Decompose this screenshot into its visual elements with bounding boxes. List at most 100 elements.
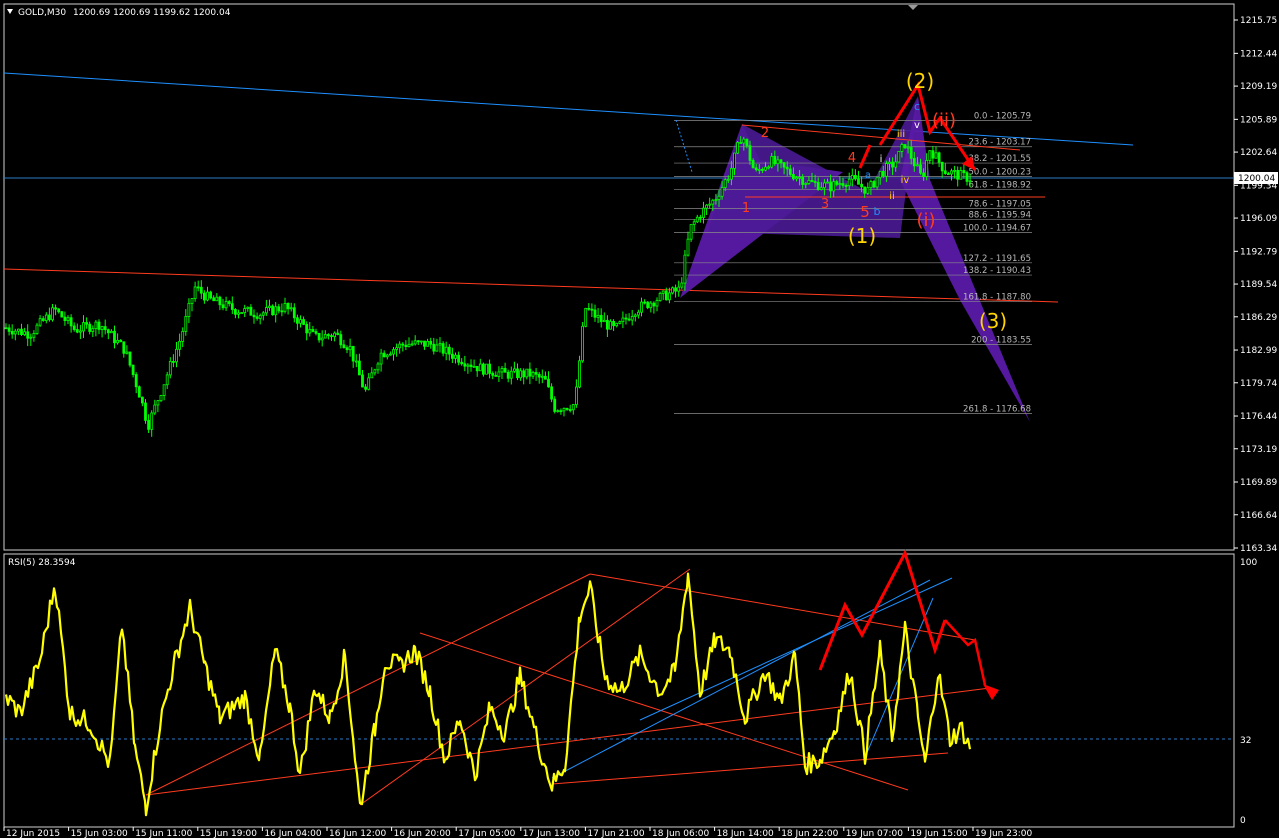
candle-body bbox=[199, 286, 203, 294]
candle-body bbox=[885, 163, 888, 177]
rsi-title: RSI(5) 28.3594 bbox=[8, 558, 76, 568]
candle-body bbox=[7, 327, 11, 332]
candle-body bbox=[299, 319, 302, 324]
candle-body bbox=[534, 372, 538, 375]
candle-body bbox=[240, 312, 244, 314]
candle-body bbox=[221, 304, 225, 309]
candle-body bbox=[295, 317, 299, 324]
candle-body bbox=[432, 343, 436, 352]
candle-body bbox=[26, 331, 30, 339]
candle-body bbox=[897, 151, 901, 163]
candle-body bbox=[903, 144, 907, 149]
candle-body bbox=[79, 330, 82, 333]
candle-body bbox=[441, 343, 445, 354]
candle-body bbox=[509, 370, 513, 379]
candle-body bbox=[481, 363, 485, 375]
candle-body bbox=[525, 368, 529, 378]
wave-num-3: 3 bbox=[821, 197, 829, 212]
candle-body bbox=[286, 303, 290, 310]
candle-body bbox=[429, 341, 433, 345]
candle-body bbox=[578, 360, 581, 388]
symbol-menu-icon[interactable] bbox=[7, 9, 13, 14]
candle-body bbox=[165, 374, 169, 386]
candle-body bbox=[506, 371, 510, 379]
candle-body bbox=[826, 181, 829, 184]
candle-body bbox=[516, 368, 519, 379]
chart-shift-marker-icon[interactable] bbox=[908, 5, 918, 10]
candle-body bbox=[804, 182, 808, 185]
candle-body bbox=[379, 352, 383, 365]
candle-body bbox=[571, 404, 575, 411]
candle-body bbox=[767, 166, 770, 169]
candle-body bbox=[726, 178, 730, 181]
candle-body bbox=[748, 145, 752, 161]
candle-body bbox=[881, 170, 885, 177]
candle-body bbox=[816, 181, 820, 190]
candle-body bbox=[202, 292, 206, 301]
candle-body bbox=[419, 340, 423, 343]
candle-body bbox=[29, 336, 33, 339]
candle-body bbox=[339, 334, 343, 346]
candle-body bbox=[798, 176, 801, 179]
candle-body bbox=[122, 341, 126, 354]
candle-body bbox=[289, 307, 293, 310]
candle-body bbox=[125, 351, 129, 354]
candle-body bbox=[761, 168, 764, 171]
price-axis-label: 1196.09 bbox=[1240, 214, 1277, 224]
candle-body bbox=[218, 296, 222, 306]
candle-body bbox=[931, 150, 935, 159]
candle-body bbox=[317, 332, 321, 341]
candle-body bbox=[249, 306, 253, 316]
candle-body bbox=[63, 316, 67, 321]
candle-body bbox=[305, 323, 309, 334]
candle-body bbox=[943, 170, 947, 174]
chart-canvas[interactable]: 0.0 - 1205.7923.6 - 1203.1738.2 - 1201.5… bbox=[0, 0, 1279, 838]
candle-body bbox=[190, 298, 194, 304]
candle-body bbox=[392, 349, 395, 355]
candle-body bbox=[513, 368, 516, 372]
candle-body bbox=[252, 314, 256, 318]
candle-body bbox=[494, 374, 498, 377]
price-axis-label: 1199.34 bbox=[1240, 181, 1277, 191]
candle-body bbox=[745, 138, 749, 147]
candle-body bbox=[196, 286, 200, 289]
candle-body bbox=[540, 375, 544, 378]
candle-body bbox=[844, 185, 848, 187]
candle-body bbox=[423, 340, 426, 347]
candle-body bbox=[674, 287, 677, 292]
candle-body bbox=[869, 181, 873, 189]
candle-body bbox=[937, 152, 941, 163]
candle-body bbox=[575, 386, 578, 405]
price-axis-label: 1202.64 bbox=[1240, 148, 1277, 158]
candle-body bbox=[345, 347, 349, 351]
candle-body bbox=[928, 150, 932, 161]
candle-body bbox=[785, 166, 789, 170]
candle-body bbox=[457, 354, 461, 363]
candle-body bbox=[23, 331, 27, 336]
rsi-level-0: 0 bbox=[1240, 816, 1246, 826]
rsi-red-line-6 bbox=[551, 752, 949, 785]
candle-body bbox=[686, 238, 690, 256]
candle-body bbox=[717, 195, 721, 200]
candle-body bbox=[500, 368, 504, 373]
candle-body bbox=[72, 325, 76, 330]
price-axis-label: 1182.99 bbox=[1240, 346, 1277, 356]
candle-body bbox=[795, 177, 798, 180]
time-axis-label: 19 Jun 15:00 bbox=[910, 829, 967, 838]
wave-num-1: 1 bbox=[742, 201, 750, 216]
candle-body bbox=[206, 291, 209, 301]
candle-body bbox=[60, 311, 64, 318]
candle-body bbox=[606, 319, 609, 330]
time-axis-label: 17 Jun 13:00 bbox=[523, 829, 580, 838]
time-axis-label: 18 Jun 22:00 bbox=[781, 829, 838, 838]
candle-body bbox=[401, 343, 405, 346]
rsi-trendlines bbox=[145, 568, 991, 806]
candle-body bbox=[243, 308, 247, 313]
candle-body bbox=[230, 303, 234, 310]
candle-body bbox=[382, 352, 386, 358]
candle-body bbox=[311, 329, 315, 332]
candle-body bbox=[131, 364, 135, 375]
candle-body bbox=[162, 384, 166, 396]
candle-body bbox=[88, 323, 92, 332]
candle-body bbox=[965, 172, 969, 182]
